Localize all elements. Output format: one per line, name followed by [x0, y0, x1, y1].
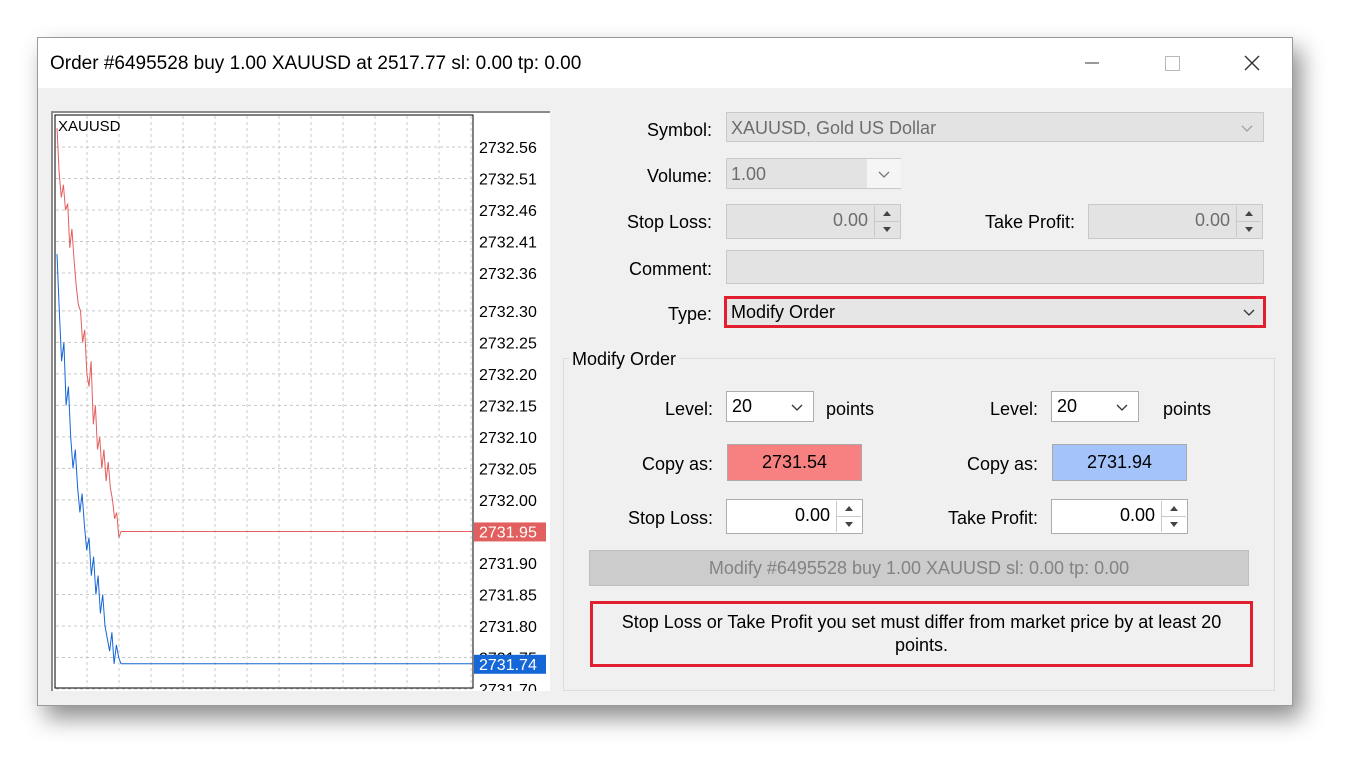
price-axis-label: 2732.25 — [479, 335, 537, 352]
bid-price-tag-label: 2731.74 — [479, 657, 537, 674]
minimize-icon — [1085, 62, 1099, 64]
volume-combo[interactable]: 1.00 — [726, 158, 901, 189]
stop-loss-spinner[interactable]: 0.00 — [726, 204, 901, 239]
volume-label: Volume: — [646, 166, 712, 186]
price-axis-label: 2732.15 — [479, 398, 537, 415]
left-level-select[interactable]: 20 — [726, 391, 814, 422]
window-title: Order #6495528 buy 1.00 XAUUSD at 2517.7… — [50, 53, 582, 74]
spin-down-button[interactable] — [837, 517, 861, 533]
copy-tp-price-value: 2731.94 — [1086, 452, 1153, 472]
stop-loss-arrows — [874, 206, 899, 237]
take-profit-spinner[interactable]: 0.00 — [1088, 204, 1263, 239]
price-axis-label: 2732.36 — [479, 266, 537, 283]
arrow-up-icon — [845, 505, 853, 511]
spin-up-button[interactable] — [1162, 501, 1186, 517]
right-points-label: points — [1163, 399, 1212, 419]
arrow-down-icon — [883, 226, 891, 232]
chevron-down-icon — [1241, 125, 1253, 132]
price-axis-label: 2732.00 — [479, 493, 537, 510]
copy-sl-price-button[interactable]: 2731.54 — [727, 444, 862, 481]
left-level-value: 20 — [732, 396, 753, 416]
price-axis-label: 2732.10 — [479, 430, 537, 447]
volume-dropdown-button[interactable] — [867, 159, 901, 188]
modify-stop-loss-label: Stop Loss: — [627, 508, 713, 528]
tick-chart-svg: 2732.56 2732.51 2732.46 2732.41 2732.36 2732.… — [54, 114, 546, 691]
price-axis-label: 2732.41 — [479, 235, 537, 252]
chart-symbol-label: XAUUSD — [58, 118, 121, 135]
price-axis-label: 2732.46 — [479, 203, 537, 220]
modify-take-profit-arrows — [1161, 501, 1186, 532]
arrow-down-icon — [1245, 226, 1253, 232]
modify-take-profit-spinner[interactable]: 0.00 — [1051, 499, 1188, 534]
chevron-down-icon — [791, 404, 803, 411]
price-axis-label: 2732.56 — [479, 140, 537, 157]
arrow-down-icon — [845, 521, 853, 527]
take-profit-label: Take Profit: — [984, 212, 1075, 232]
spin-down-button[interactable] — [1237, 222, 1261, 238]
price-axis-label: 2731.85 — [479, 587, 537, 604]
type-value: Modify Order — [731, 302, 836, 322]
validation-warning: Stop Loss or Take Profit you set must di… — [590, 601, 1253, 667]
close-icon — [1244, 55, 1260, 71]
spin-up-button[interactable] — [1237, 206, 1261, 222]
spin-down-button[interactable] — [875, 222, 899, 238]
ask-price-tag-label: 2731.95 — [479, 524, 537, 541]
modify-stop-loss-spinner[interactable]: 0.00 — [726, 499, 863, 534]
right-level-select[interactable]: 20 — [1051, 391, 1139, 422]
left-copy-label: Copy as: — [641, 454, 713, 474]
modify-stop-loss-value: 0.00 — [794, 505, 830, 525]
modify-take-profit-value: 0.00 — [1119, 505, 1155, 525]
price-axis-label: 2732.30 — [479, 304, 537, 321]
stop-loss-value: 0.00 — [832, 210, 868, 230]
right-level-label: Level: — [989, 399, 1038, 419]
order-dialog: Order #6495528 buy 1.00 XAUUSD at 2517.7… — [37, 37, 1293, 706]
chevron-down-icon — [1116, 404, 1128, 411]
left-level-label: Level: — [664, 399, 713, 419]
title-bar[interactable]: Order #6495528 buy 1.00 XAUUSD at 2517.7… — [38, 38, 1292, 88]
price-axis-label: 2731.70 — [479, 682, 537, 691]
arrow-up-icon — [1170, 505, 1178, 511]
modify-take-profit-label: Take Profit: — [947, 508, 1038, 528]
spin-up-button[interactable] — [875, 206, 899, 222]
symbol-select[interactable]: XAUUSD, Gold US Dollar — [726, 112, 1264, 142]
close-button[interactable] — [1217, 38, 1287, 88]
right-level-value: 20 — [1057, 396, 1078, 416]
modify-order-button[interactable]: Modify #6495528 buy 1.00 XAUUSD sl: 0.00… — [589, 550, 1249, 586]
price-axis-label: 2732.51 — [479, 172, 537, 189]
comment-label: Comment: — [628, 259, 712, 279]
type-select[interactable]: Modify Order — [724, 296, 1266, 328]
left-points-label: points — [826, 399, 875, 419]
price-axis-label: 2732.05 — [479, 461, 537, 478]
comment-input[interactable] — [726, 250, 1264, 284]
price-axis-label: 2731.80 — [479, 619, 537, 636]
symbol-value: XAUUSD, Gold US Dollar — [731, 118, 937, 138]
maximize-button[interactable] — [1137, 38, 1207, 88]
right-copy-label: Copy as: — [966, 454, 1038, 474]
minimize-button[interactable] — [1057, 38, 1127, 88]
symbol-label: Symbol: — [646, 120, 712, 140]
plot-area — [54, 114, 474, 689]
chevron-down-icon — [878, 171, 890, 178]
volume-value: 1.00 — [731, 164, 767, 184]
take-profit-value: 0.00 — [1194, 210, 1230, 230]
take-profit-arrows — [1236, 206, 1261, 237]
arrow-down-icon — [1170, 521, 1178, 527]
spin-up-button[interactable] — [837, 501, 861, 517]
price-chart: 2732.56 2732.51 2732.46 2732.41 2732.36 2732.… — [51, 111, 550, 691]
arrow-up-icon — [883, 210, 891, 216]
price-axis-label: 2732.20 — [479, 367, 537, 384]
copy-sl-price-value: 2731.54 — [761, 452, 828, 472]
chevron-down-icon — [1243, 309, 1255, 316]
modify-order-group-title: Modify Order — [569, 349, 680, 370]
copy-tp-price-button[interactable]: 2731.94 — [1052, 444, 1187, 481]
modify-stop-loss-arrows — [836, 501, 861, 532]
stop-loss-label: Stop Loss: — [626, 212, 712, 232]
maximize-icon — [1164, 55, 1180, 71]
type-label: Type: — [667, 304, 712, 324]
spin-down-button[interactable] — [1162, 517, 1186, 533]
price-axis-label: 2731.90 — [479, 556, 537, 573]
arrow-up-icon — [1245, 210, 1253, 216]
